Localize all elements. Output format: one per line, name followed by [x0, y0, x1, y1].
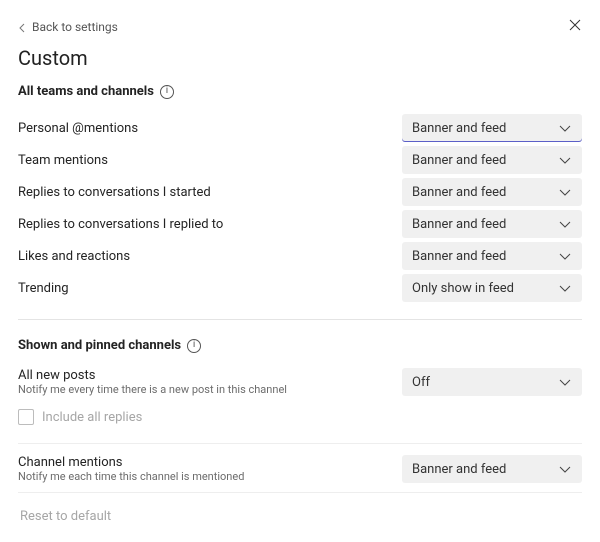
setting-label-channel-mentions: Channel mentions — [18, 455, 244, 470]
dropdown-replies-to-conversations-i-replied-to[interactable]: Banner and feed — [402, 210, 582, 238]
include-replies-checkbox[interactable] — [18, 409, 34, 425]
dropdown-replies-to-conversations-i-started[interactable]: Banner and feed — [402, 178, 582, 206]
chevron-down-icon — [558, 283, 572, 293]
back-to-settings-link[interactable]: Back to settings — [18, 20, 118, 34]
info-icon[interactable]: i — [187, 339, 201, 353]
setting-label-likes-and-reactions: Likes and reactions — [18, 249, 130, 264]
setting-sublabel-all-new-posts: Notify me every time there is a new post… — [18, 383, 287, 396]
setting-sublabel-channel-mentions: Notify me each time this channel is ment… — [18, 470, 244, 483]
dropdown-value: Banner and feed — [412, 249, 506, 264]
chevron-left-icon — [18, 20, 26, 34]
dropdown-all-new-posts[interactable]: Off — [402, 368, 582, 396]
chevron-down-icon — [558, 187, 572, 197]
dropdown-value: Off — [412, 375, 430, 390]
chevron-down-icon — [558, 251, 572, 261]
dropdown-value: Only show in feed — [412, 281, 514, 296]
dropdown-trending[interactable]: Only show in feed — [402, 274, 582, 302]
back-label: Back to settings — [32, 20, 118, 34]
dropdown-value: Banner and feed — [412, 217, 506, 232]
close-button[interactable] — [568, 18, 582, 36]
close-icon — [568, 18, 582, 32]
setting-label-replies-to-conversations-i-replied-to: Replies to conversations I replied to — [18, 217, 223, 232]
chevron-down-icon — [558, 155, 572, 165]
include-replies-label: Include all replies — [42, 410, 142, 425]
chevron-down-icon — [558, 377, 572, 387]
chevron-down-icon — [558, 219, 572, 229]
dropdown-team-mentions[interactable]: Banner and feed — [402, 146, 582, 174]
dropdown-value: Banner and feed — [412, 185, 506, 200]
setting-label-trending: Trending — [18, 281, 69, 296]
setting-label-all-new-posts: All new posts — [18, 368, 287, 383]
section-shown-pinned-heading: Shown and pinned channels i — [18, 338, 582, 353]
row-divider — [18, 492, 582, 493]
info-icon[interactable]: i — [160, 85, 174, 99]
setting-label-personal-mentions: Personal @mentions — [18, 121, 138, 136]
dropdown-likes-and-reactions[interactable]: Banner and feed — [402, 242, 582, 270]
dropdown-channel-mentions[interactable]: Banner and feed — [402, 455, 582, 483]
section-all-teams-heading: All teams and channels i — [18, 84, 582, 99]
dropdown-value: Banner and feed — [412, 121, 506, 136]
setting-label-team-mentions: Team mentions — [18, 153, 108, 168]
dropdown-value: Banner and feed — [412, 153, 506, 168]
chevron-down-icon — [558, 123, 572, 133]
reset-to-default-button[interactable]: Reset to default — [18, 503, 582, 542]
page-title: Custom — [18, 46, 582, 70]
setting-label-replies-to-conversations-i-started: Replies to conversations I started — [18, 185, 211, 200]
chevron-down-icon — [558, 464, 572, 474]
section-divider — [18, 319, 582, 320]
dropdown-value: Banner and feed — [412, 462, 506, 477]
row-divider — [18, 443, 582, 444]
dropdown-personal-mentions[interactable]: Banner and feed — [402, 114, 582, 142]
